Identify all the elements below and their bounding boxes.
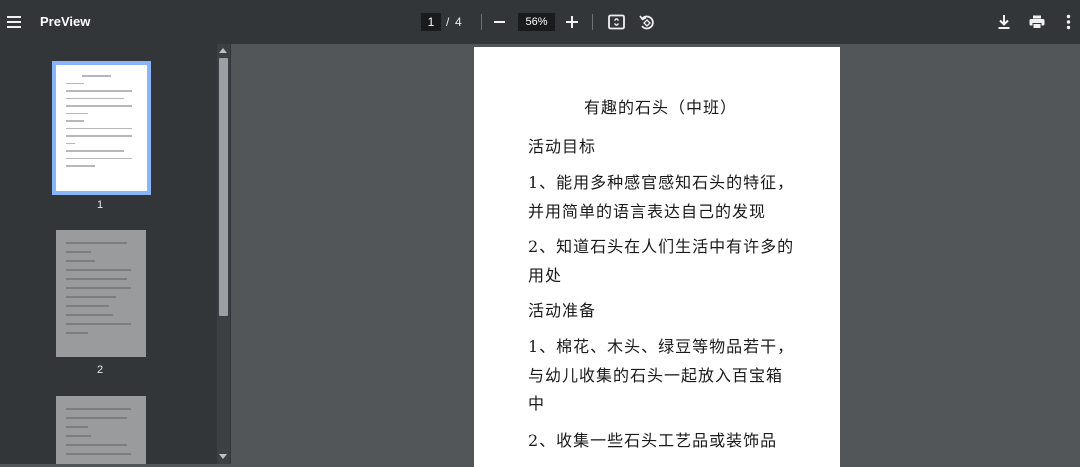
thumbnail-label-2: 2 (96, 364, 104, 376)
print-icon[interactable] (1029, 15, 1045, 29)
menu-icon[interactable] (4, 10, 28, 34)
scroll-up-arrow-icon[interactable] (219, 48, 227, 53)
toolbar: PreView 1 / 4 56% (0, 0, 1080, 44)
download-icon[interactable] (997, 14, 1011, 30)
toolbar-divider (481, 14, 482, 30)
toolbar-divider (592, 14, 593, 30)
scroll-thumb[interactable] (219, 58, 228, 316)
zoom-input[interactable]: 56% (518, 13, 555, 31)
page-thumbnail-3[interactable] (56, 396, 146, 464)
zoom-out-button[interactable] (494, 21, 505, 23)
app-title: PreView (40, 14, 91, 29)
document-line: 活动目标 (528, 137, 597, 156)
document-page: 有趣的石头（中班） 活动目标 1、能用多种感官感知石头的特征， 并用简单的语言表… (474, 47, 840, 467)
document-line: 并用简单的语言表达自己的发现 (528, 202, 767, 221)
document-line: 1、能用多种感官感知石头的特征， (528, 173, 795, 192)
thumbnail-scrollbar[interactable] (217, 44, 230, 464)
page-thumbnail-2[interactable] (56, 230, 146, 357)
total-pages: 4 (455, 15, 462, 29)
document-line: 活动准备 (528, 301, 597, 320)
zoom-in-button[interactable] (566, 16, 579, 29)
document-line: 与幼儿收集的石头一起放入百宝箱 (528, 366, 784, 385)
document-line: 用处 (528, 266, 563, 285)
thumbnail-sidebar: 1 2 (0, 44, 231, 464)
thumbnail-label-1: 1 (96, 199, 104, 211)
page-thumbnail-1[interactable] (52, 61, 151, 195)
rotate-icon[interactable] (638, 13, 655, 31)
document-line: 1、棉花、木头、绿豆等物品若干， (528, 337, 795, 356)
page-separator: / (446, 15, 450, 29)
more-vert-icon[interactable] (1066, 14, 1071, 30)
document-title: 有趣的石头（中班） (584, 98, 738, 117)
document-line: 2、收集一些石头工艺品或装饰品 (528, 431, 778, 450)
page-number-input[interactable]: 1 (421, 13, 441, 31)
fit-page-icon[interactable] (608, 14, 625, 30)
document-line: 中 (528, 394, 546, 413)
document-line: 2、知道石头在人们生活中有许多的 (528, 237, 795, 256)
scroll-down-arrow-icon[interactable] (219, 454, 227, 459)
